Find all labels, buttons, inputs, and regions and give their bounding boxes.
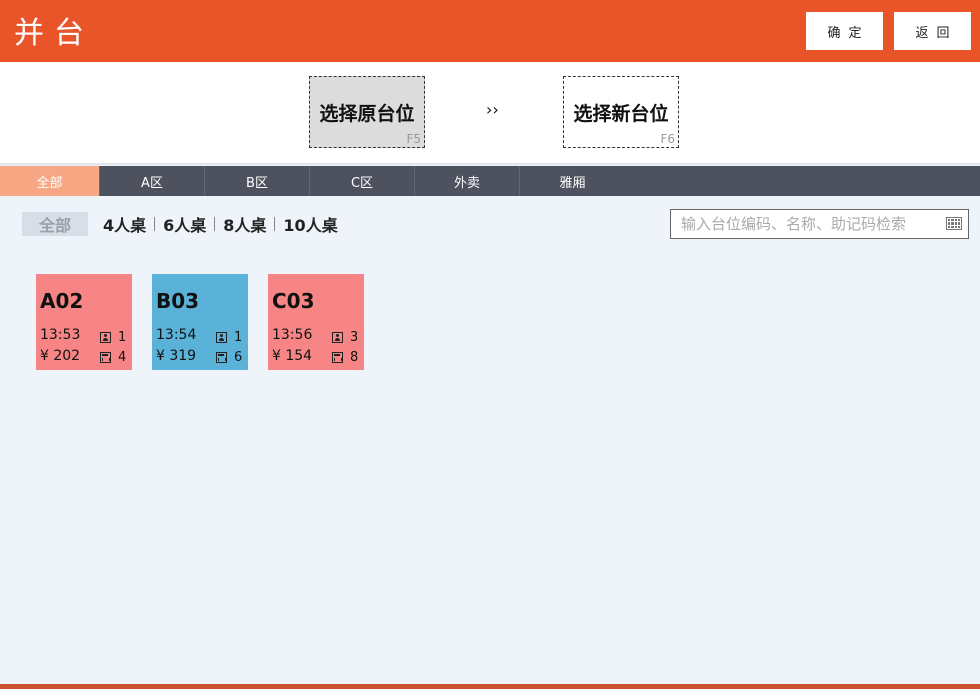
filter-8-seat[interactable]: 8人桌 <box>223 212 266 236</box>
back-button[interactable]: 返回 <box>894 12 971 50</box>
filter-divider <box>214 217 216 231</box>
seat-icon <box>332 352 343 363</box>
select-original-table-button[interactable]: 选择原台位 F5 <box>309 76 425 148</box>
confirm-button[interactable]: 确定 <box>806 12 883 50</box>
guest-count: 1 <box>118 330 127 345</box>
keyboard-icon[interactable] <box>946 217 962 230</box>
filter-4-seat[interactable]: 4人桌 <box>103 212 146 236</box>
table-code: A02 <box>40 289 84 313</box>
select-new-table-button[interactable]: 选择新台位 F6 <box>563 76 679 148</box>
table-code: B03 <box>156 289 200 313</box>
seat-count: 6 <box>234 350 243 365</box>
filter-10-seat[interactable]: 10人桌 <box>283 212 337 236</box>
page-title: 并台 <box>14 16 94 51</box>
tab-area-a[interactable]: A区 <box>100 166 205 196</box>
shortcut-key-f6: F6 <box>660 132 675 146</box>
tab-area-b[interactable]: B区 <box>205 166 310 196</box>
shortcut-key-f5: F5 <box>406 132 421 146</box>
person-icon <box>332 332 343 343</box>
filter-divider <box>154 217 156 231</box>
table-code: C03 <box>272 289 315 313</box>
table-size-filter: 全部 4人桌 6人桌 8人桌 10人桌 <box>22 210 338 238</box>
search-box <box>670 209 969 239</box>
person-icon <box>216 332 227 343</box>
filter-divider <box>274 217 276 231</box>
seat-count: 8 <box>350 350 359 365</box>
tab-private-room[interactable]: 雅厢 <box>520 166 625 196</box>
table-selection-area: 选择原台位 F5 ›› 选择新台位 F6 <box>0 62 980 165</box>
open-time: 13:53 <box>40 327 81 343</box>
person-icon <box>100 332 111 343</box>
select-original-table-label: 选择原台位 <box>319 102 415 125</box>
open-time: 13:54 <box>156 327 197 343</box>
table-card-b03[interactable]: B03 13:54 ¥ 319 1 6 <box>152 274 248 370</box>
table-card-a02[interactable]: A02 13:53 ¥ 202 1 4 <box>36 274 132 370</box>
guest-count: 1 <box>234 330 243 345</box>
bill-amount: ¥ 154 <box>272 348 313 364</box>
seat-count: 4 <box>118 350 127 365</box>
filter-all[interactable]: 全部 <box>22 212 88 236</box>
select-new-table-label: 选择新台位 <box>573 102 669 125</box>
search-input[interactable] <box>671 210 936 238</box>
merge-arrow-icon: ›› <box>486 100 499 119</box>
tab-all[interactable]: 全部 <box>0 166 100 196</box>
guest-count: 3 <box>350 330 359 345</box>
bill-amount: ¥ 319 <box>156 348 197 364</box>
tab-area-c[interactable]: C区 <box>310 166 415 196</box>
bill-amount: ¥ 202 <box>40 348 81 364</box>
open-time: 13:56 <box>272 327 313 343</box>
seat-icon <box>216 352 227 363</box>
header-bar: 并台 确定 返回 <box>0 0 980 62</box>
table-card-c03[interactable]: C03 13:56 ¥ 154 3 8 <box>268 274 364 370</box>
bottom-bar <box>0 684 980 689</box>
filter-6-seat[interactable]: 6人桌 <box>163 212 206 236</box>
area-tabs: 全部 A区 B区 C区 外卖 雅厢 <box>0 166 980 196</box>
tab-takeout[interactable]: 外卖 <box>415 166 520 196</box>
seat-icon <box>100 352 111 363</box>
